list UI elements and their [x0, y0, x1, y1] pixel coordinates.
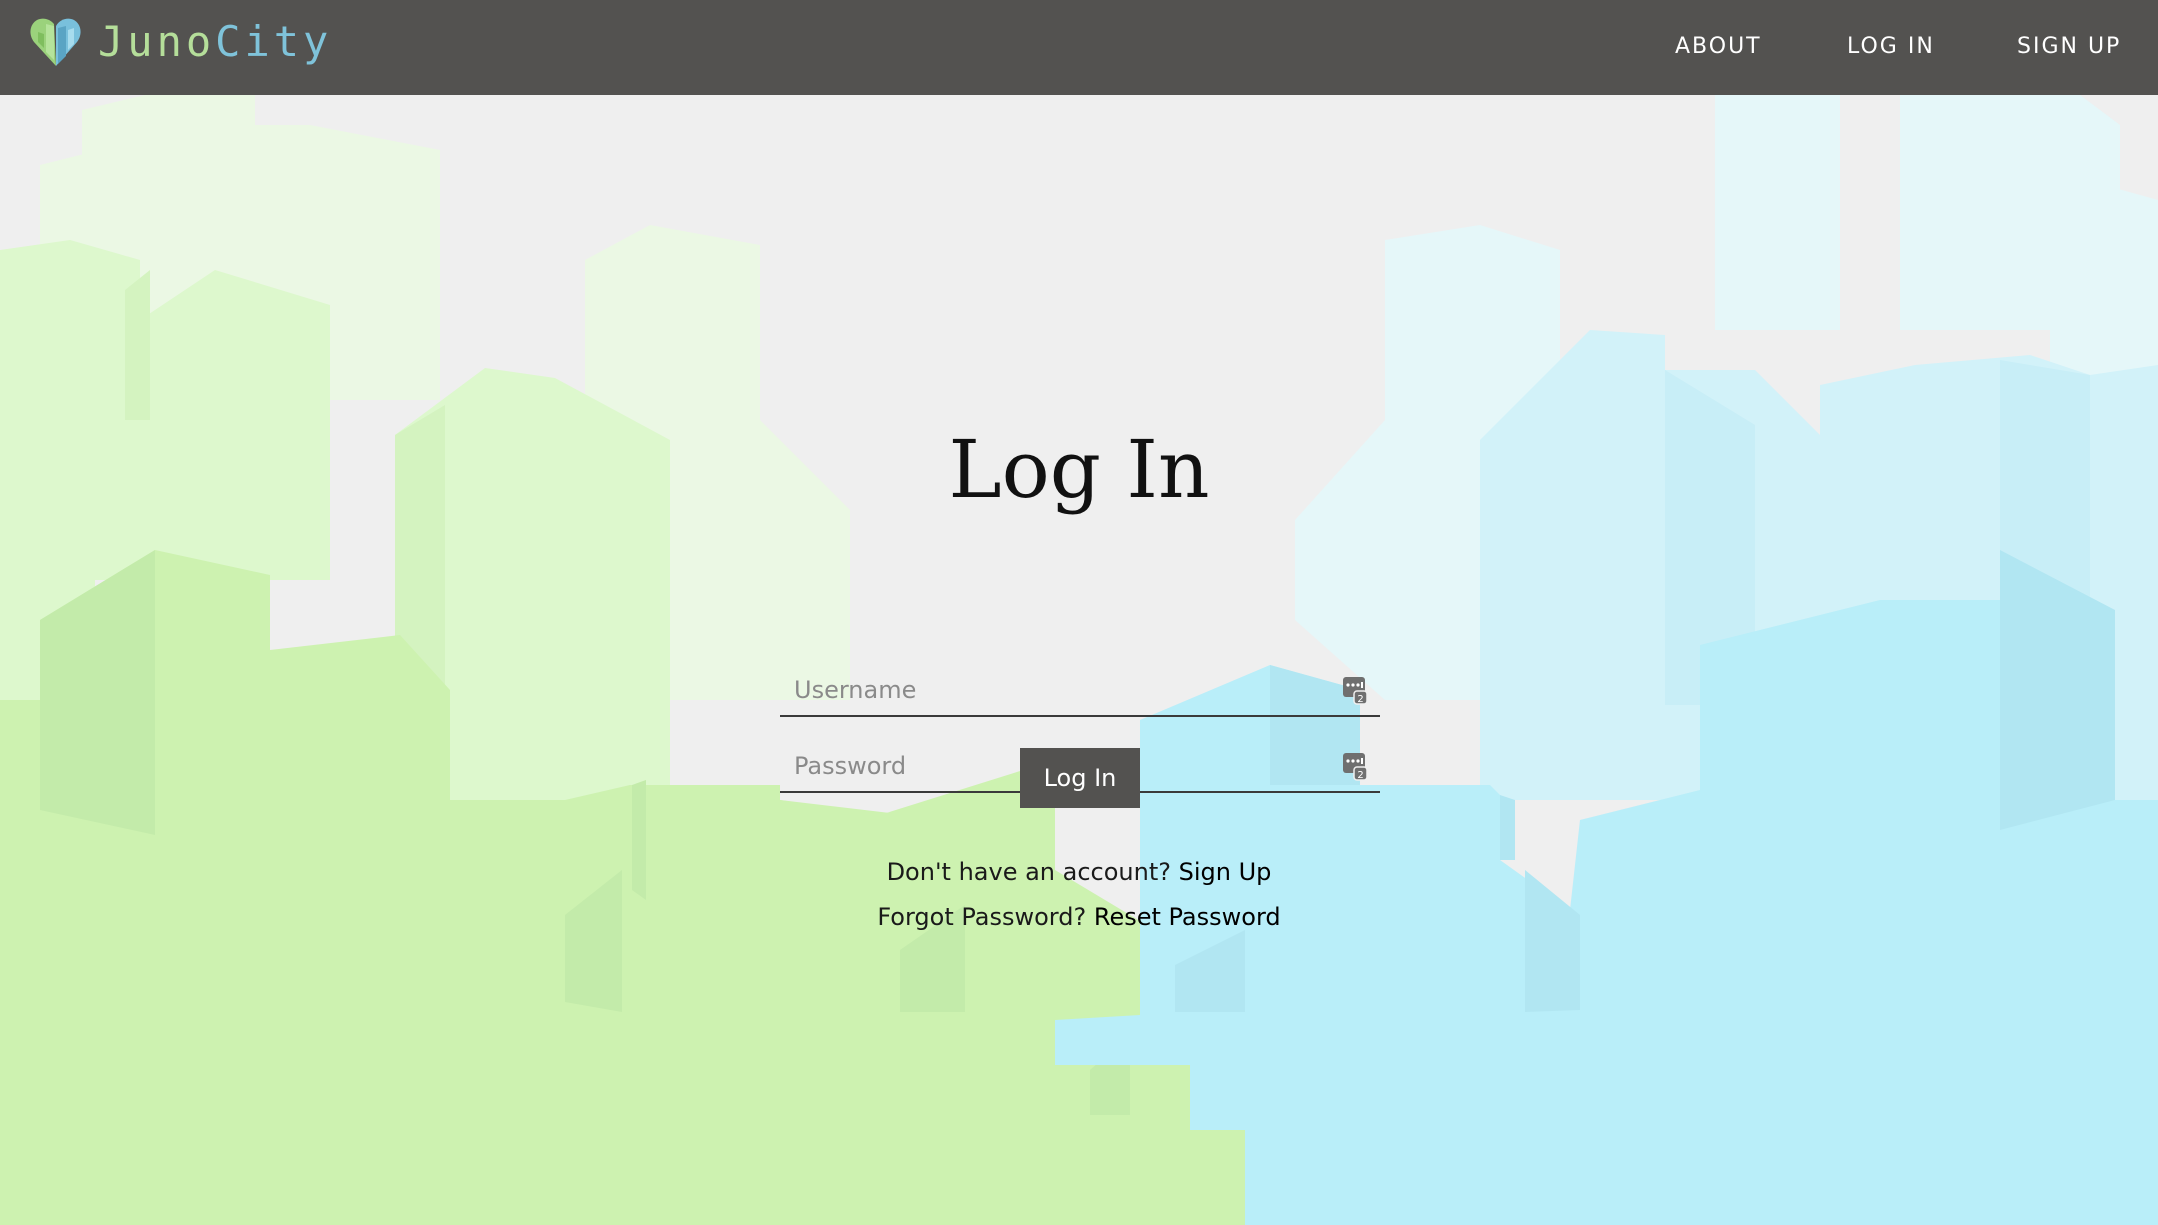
username-field: 2: [780, 665, 1380, 717]
login-submit-button[interactable]: Log In: [1020, 748, 1140, 808]
brand-name-part-1: Juno: [98, 17, 216, 66]
signup-prompt-text: Don't have an account?: [886, 858, 1171, 886]
login-form: Log In 2 2 Log In Don't have an account?…: [0, 95, 2158, 1225]
nav-about-link[interactable]: ABOUT: [1675, 30, 1762, 64]
svg-text:2: 2: [1357, 694, 1363, 705]
brand[interactable]: JunoCity: [28, 14, 332, 70]
password-manager-icon[interactable]: 2: [1342, 675, 1368, 705]
heart-city-logo-icon: [30, 18, 81, 66]
signup-prompt-line: Don't have an account? Sign Up: [0, 855, 2158, 889]
top-navbar: JunoCity ABOUT LOG IN SIGN UP: [0, 0, 2158, 95]
reset-prompt-text: Forgot Password?: [877, 903, 1087, 931]
nav-signup-link[interactable]: SIGN UP: [2017, 30, 2121, 64]
brand-name-part-2: City: [215, 17, 333, 66]
page-title: Log In: [948, 423, 1210, 516]
reset-prompt-line: Forgot Password? Reset Password: [0, 900, 2158, 934]
signup-link[interactable]: Sign Up: [1179, 858, 1272, 886]
svg-text:2: 2: [1357, 770, 1363, 781]
reset-password-link[interactable]: Reset Password: [1094, 903, 1281, 931]
password-manager-icon[interactable]: 2: [1342, 751, 1368, 781]
nav-login-link[interactable]: LOG IN: [1847, 30, 1935, 64]
username-input[interactable]: [792, 671, 1336, 709]
brand-name: JunoCity: [98, 14, 332, 70]
